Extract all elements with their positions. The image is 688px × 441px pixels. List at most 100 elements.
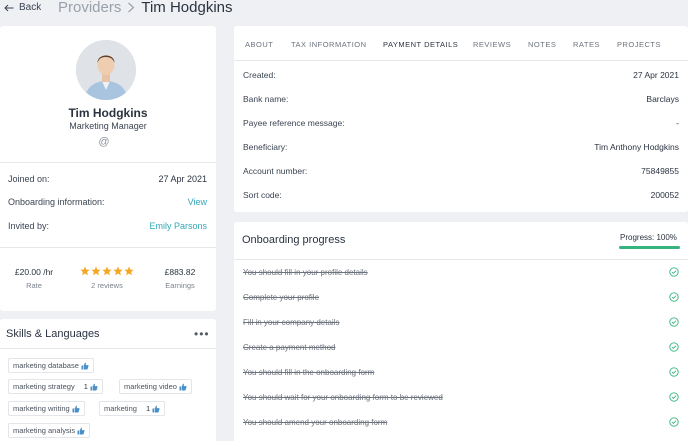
breadcrumb: Providers Tim Hodgkins bbox=[58, 0, 233, 17]
payment-row-label: Payee reference message: bbox=[243, 118, 345, 128]
chevron-right-icon bbox=[127, 2, 135, 13]
payment-row-label: Sort code: bbox=[243, 190, 282, 200]
skill-tag[interactable]: marketing video bbox=[119, 379, 192, 394]
invited-row: Invited by: Emily Parsons bbox=[8, 219, 207, 233]
tab-projects[interactable]: PROJECTS bbox=[617, 40, 661, 49]
joined-row: Joined on: 27 Apr 2021 bbox=[8, 172, 207, 186]
skill-tag-label: marketing analysis bbox=[13, 426, 76, 435]
check-circle-icon bbox=[669, 367, 679, 377]
payment-row-label: Created: bbox=[243, 70, 276, 80]
onboarding-title: Onboarding progress bbox=[242, 234, 346, 246]
onboarding-item[interactable]: Create a payment method bbox=[243, 340, 679, 354]
page-title: Tim Hodgkins bbox=[141, 0, 233, 16]
back-button[interactable]: Back bbox=[4, 0, 41, 15]
onboarding-item-label: You should fill in the onboarding form bbox=[243, 367, 375, 377]
tab-reviews[interactable]: REVIEWS bbox=[473, 40, 511, 49]
payment-row-label: Bank name: bbox=[243, 94, 289, 104]
thumbs-up-icon[interactable] bbox=[72, 405, 80, 413]
payment-row: Created: 27 Apr 2021 bbox=[243, 68, 679, 82]
check-circle-icon bbox=[669, 417, 679, 427]
check-circle-icon bbox=[669, 342, 679, 352]
onboarding-item[interactable]: You should fill in your profile details bbox=[243, 265, 679, 279]
thumbs-up-icon[interactable] bbox=[90, 383, 98, 391]
star-icon bbox=[91, 266, 101, 278]
payment-row-value: 27 Apr 2021 bbox=[633, 70, 679, 80]
earnings-value: £883.82 bbox=[164, 267, 196, 277]
progress-label: Progress: 100% bbox=[620, 233, 677, 242]
payment-row-value: 75849855 bbox=[641, 166, 679, 176]
joined-value: 27 Apr 2021 bbox=[158, 174, 207, 184]
payment-card: ABOUT TAX INFORMATION PAYMENT DETAILS REVIE… bbox=[234, 26, 688, 212]
back-label: Back bbox=[19, 2, 42, 13]
rate-stat: £20.00 /hr Rate bbox=[4, 266, 64, 290]
tab-divider bbox=[234, 60, 688, 61]
earnings-stat: £883.82 Earnings bbox=[150, 266, 210, 290]
onboarding-view-link[interactable]: View bbox=[188, 197, 207, 207]
payment-row-label: Account number: bbox=[243, 166, 308, 176]
star-icon bbox=[80, 266, 90, 278]
tab-about[interactable]: ABOUT bbox=[245, 40, 273, 49]
star-icon bbox=[113, 266, 123, 278]
onboarding-item[interactable]: You should amend your onboarding form bbox=[243, 415, 679, 429]
onboarding-item-label: You should fill in your profile details bbox=[243, 267, 368, 277]
invited-label: Invited by: bbox=[8, 221, 50, 231]
star-icon bbox=[102, 266, 112, 278]
endorsement-count: 1 bbox=[83, 382, 88, 391]
tab-rates[interactable]: RATES bbox=[573, 40, 600, 49]
onboarding-item-label: You should wait for your onboarding form… bbox=[243, 392, 443, 402]
onboarding-item-label: Fill in your company details bbox=[243, 317, 340, 327]
reviews-label[interactable]: 2 reviews bbox=[77, 281, 137, 290]
skill-tag[interactable]: marketing 1 bbox=[99, 401, 166, 416]
divider bbox=[0, 348, 216, 349]
skill-tag[interactable]: marketing analysis bbox=[8, 423, 91, 438]
joined-label: Joined on: bbox=[8, 174, 50, 184]
skill-tag[interactable]: marketing database bbox=[8, 358, 94, 373]
onboarding-item[interactable]: You should wait for your onboarding form… bbox=[243, 390, 679, 404]
onboarding-info-row: Onboarding information: View bbox=[8, 195, 207, 209]
invited-by-link[interactable]: Emily Parsons bbox=[149, 221, 207, 231]
payment-row-value: - bbox=[676, 118, 679, 128]
onboarding-item-label: You should amend your onboarding form bbox=[243, 417, 388, 427]
more-options-icon[interactable]: ••• bbox=[194, 327, 210, 341]
payment-row: Bank name: Barclays bbox=[243, 92, 679, 106]
thumbs-up-icon[interactable] bbox=[179, 383, 187, 391]
divider bbox=[234, 259, 688, 260]
skill-tag-label: marketing video bbox=[124, 382, 177, 391]
divider bbox=[0, 247, 216, 248]
payment-row-value: Tim Anthony Hodgkins bbox=[594, 142, 679, 152]
payment-row-value: Barclays bbox=[646, 94, 679, 104]
payment-row-value: 200052 bbox=[650, 190, 679, 200]
thumbs-up-icon[interactable] bbox=[77, 427, 85, 435]
thumbs-up-icon[interactable] bbox=[81, 362, 89, 370]
skill-tag-label: marketing database bbox=[13, 361, 79, 370]
thumbs-up-icon[interactable] bbox=[152, 405, 160, 413]
tab-payment-details[interactable]: PAYMENT DETAILS bbox=[383, 40, 458, 49]
onboarding-info-label: Onboarding information: bbox=[8, 197, 105, 207]
progress-bar-fill bbox=[619, 246, 680, 249]
check-circle-icon bbox=[669, 317, 679, 327]
avatar bbox=[76, 40, 136, 100]
check-circle-icon bbox=[669, 292, 679, 302]
tab-tax-information[interactable]: TAX INFORMATION bbox=[291, 40, 367, 49]
email-icon[interactable]: @ bbox=[97, 136, 111, 148]
payment-row-label: Beneficiary: bbox=[243, 142, 288, 152]
skill-tag-label: marketing writing bbox=[13, 404, 70, 413]
rate-value: £20.00 /hr bbox=[14, 267, 54, 277]
onboarding-card: Onboarding progress Progress: 100% You s… bbox=[234, 222, 688, 441]
breadcrumb-providers[interactable]: Providers bbox=[58, 0, 121, 16]
onboarding-item[interactable]: You should fill in the onboarding form bbox=[243, 365, 679, 379]
payment-row: Account number: 75849855 bbox=[243, 164, 679, 178]
payment-row: Beneficiary: Tim Anthony Hodgkins bbox=[243, 140, 679, 154]
onboarding-item[interactable]: Complete your profile bbox=[243, 290, 679, 304]
onboarding-item[interactable]: Fill in your company details bbox=[243, 315, 679, 329]
earnings-label: Earnings bbox=[165, 281, 195, 290]
rating-stars bbox=[77, 266, 137, 278]
skill-tag[interactable]: marketing strategy 1 bbox=[8, 379, 103, 394]
check-circle-icon bbox=[669, 267, 679, 277]
skill-tag[interactable]: marketing writing bbox=[8, 401, 85, 416]
skill-tag-label: marketing strategy bbox=[13, 382, 75, 391]
onboarding-item-label: Complete your profile bbox=[243, 292, 320, 302]
progress-bar bbox=[619, 246, 680, 249]
skills-card: Skills & Languages ••• marketing databas… bbox=[0, 319, 216, 441]
tab-notes[interactable]: NOTES bbox=[528, 40, 556, 49]
